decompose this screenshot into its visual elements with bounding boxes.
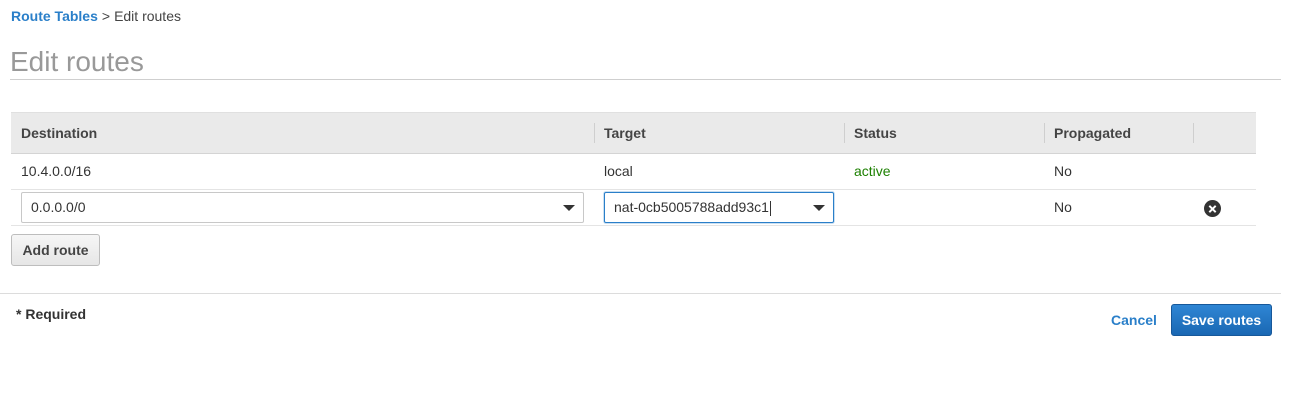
column-header-divider [1193,123,1194,143]
target-select-value: nat-0cb5005788add93c1 [614,199,769,215]
title-divider [10,79,1281,80]
table-header: Destination Target Status Propagated [11,112,1256,154]
routes-table: Destination Target Status Propagated 10.… [11,112,1256,226]
route-target: local [604,163,633,179]
column-header-target: Target [594,113,646,154]
route-status: active [854,163,891,179]
chevron-down-icon [563,205,575,211]
footer-divider [0,293,1281,294]
target-select[interactable]: nat-0cb5005788add93c1 [604,192,834,223]
required-note: * Required [16,306,87,322]
route-destination: 10.4.0.0/16 [21,163,92,179]
column-header-destination: Destination [21,125,98,141]
table-row: 10.4.0.0/16 local active No [11,154,1256,190]
close-circle-icon[interactable] [1204,200,1221,217]
route-status [844,190,854,225]
route-propagated: No [1054,163,1072,179]
column-header-propagated: Propagated [1044,113,1131,154]
add-route-button[interactable]: Add route [11,234,100,266]
destination-select[interactable]: 0.0.0.0/0 [21,192,584,223]
destination-select-value: 0.0.0.0/0 [31,199,86,215]
table-row-editable: 0.0.0.0/0 nat-0cb5005788add93c1 No [11,190,1256,226]
breadcrumb-separator: > [101,8,111,24]
breadcrumb-route-tables-link[interactable]: Route Tables [11,8,98,24]
breadcrumb-current: Edit routes [114,8,181,24]
page-title: Edit routes [10,46,144,77]
text-cursor [769,200,771,216]
column-header-status: Status [844,113,897,154]
route-propagated: No [1054,199,1072,215]
save-routes-button[interactable]: Save routes [1171,304,1272,336]
breadcrumb: Route Tables > Edit routes [11,8,181,24]
cancel-button[interactable]: Cancel [1111,312,1157,328]
chevron-down-icon [813,205,825,211]
